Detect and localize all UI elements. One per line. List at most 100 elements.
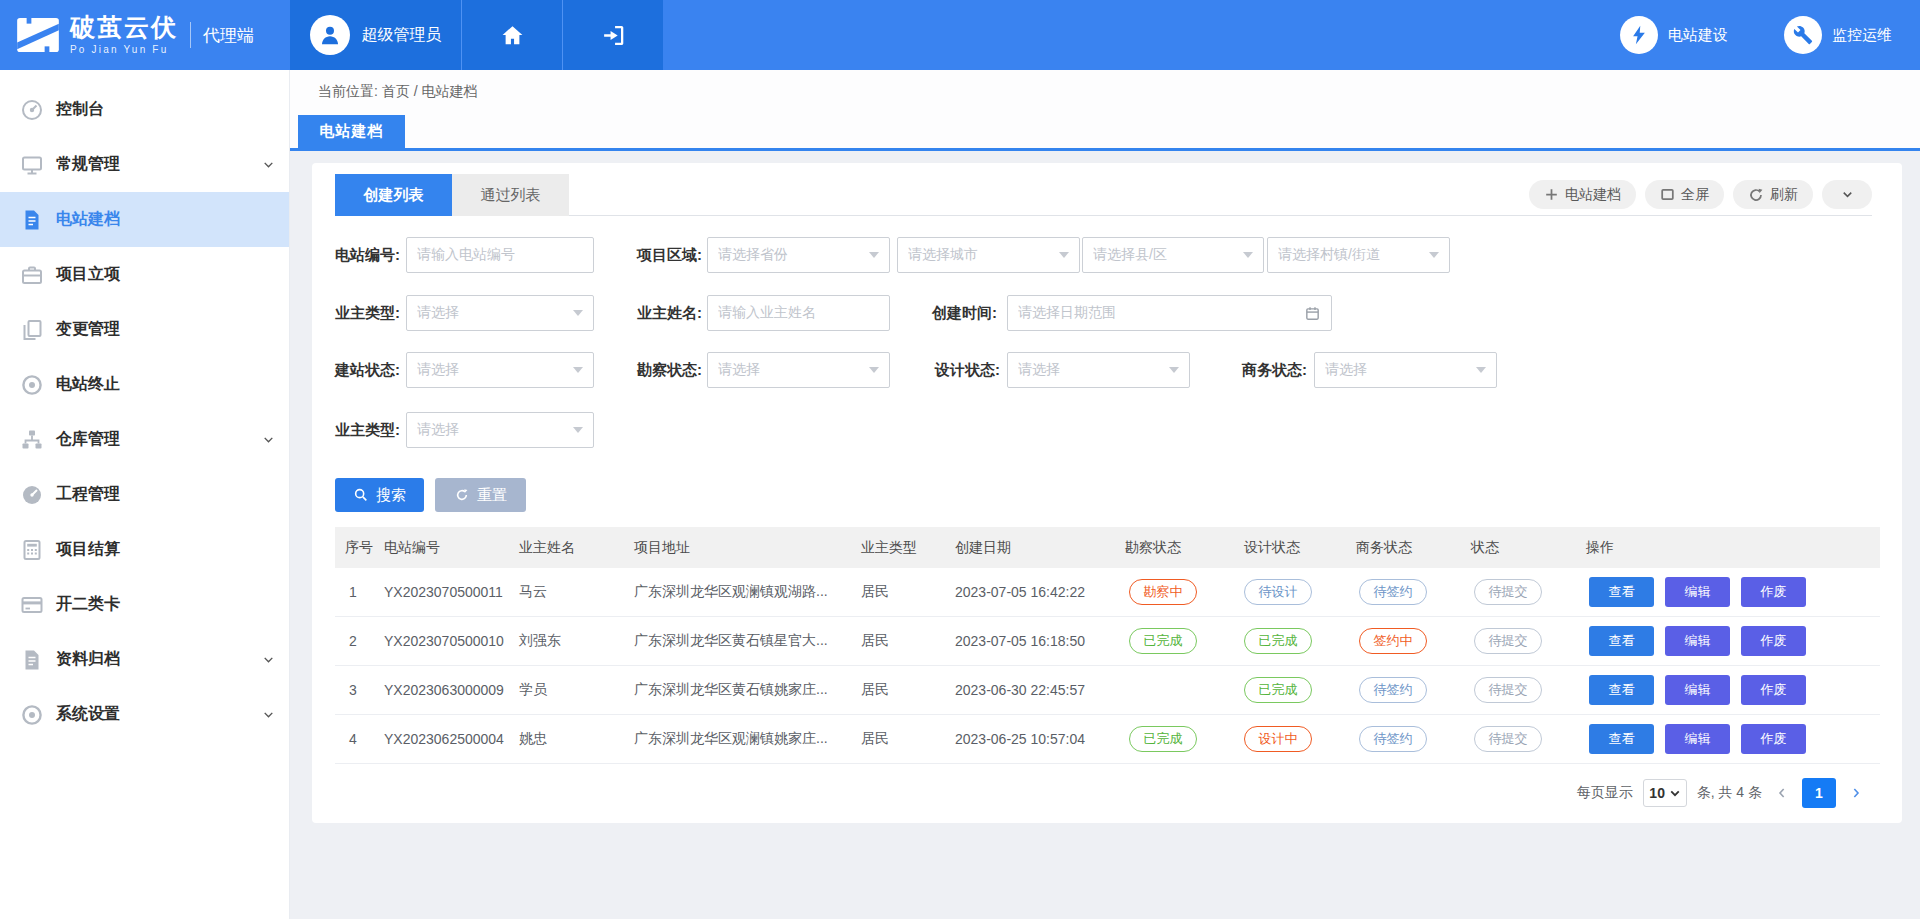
brand: 破茧云伏 Po Jian Yun Fu 代理端: [0, 0, 290, 70]
design-status-select[interactable]: 请选择: [1007, 352, 1190, 388]
dashboard-icon: [20, 98, 44, 122]
reset-button[interactable]: 重置: [435, 478, 526, 512]
edit-button[interactable]: 编辑: [1665, 724, 1730, 754]
monitor-icon: [20, 153, 44, 177]
table-row: 4 YX2023062500004 姚忠 广东深圳龙华区观澜镇姚家庄... 居民…: [335, 715, 1880, 764]
page-tab-station-archive[interactable]: 电站建档: [298, 115, 405, 148]
page-number[interactable]: 1: [1802, 778, 1836, 808]
pagination: 每页显示 10 条, 共 4 条 1: [335, 764, 1880, 822]
sidebar-item-data-archive[interactable]: 资料归档: [0, 632, 289, 687]
edit-button[interactable]: 编辑: [1665, 577, 1730, 607]
main-area: 当前位置: 首页 / 电站建档 电站建档 创建列表 通过列表 电站建档 全屏 刷…: [290, 70, 1920, 919]
status-badge: 签约中: [1359, 628, 1427, 654]
design-status-label: 设计状态:: [935, 352, 1000, 388]
sidebar-item-console[interactable]: 控制台: [0, 82, 289, 137]
table-row: 2 YX2023070500010 刘强东 广东深圳龙华区黄石镇星官大... 居…: [335, 617, 1880, 666]
void-button[interactable]: 作废: [1741, 626, 1806, 656]
date-range-input[interactable]: 请选择日期范围: [1007, 295, 1332, 331]
survey-status-select[interactable]: 请选择: [707, 352, 890, 388]
nav-monitor-ops[interactable]: 监控运维: [1784, 0, 1892, 70]
logout-icon: [601, 23, 626, 48]
chevron-left-icon: [1774, 785, 1790, 801]
build-status-select[interactable]: 请选择: [406, 352, 594, 388]
sidebar-item-engineering-mgmt[interactable]: 工程管理: [0, 467, 289, 522]
fullscreen-icon: [1660, 187, 1675, 202]
void-button[interactable]: 作废: [1741, 675, 1806, 705]
per-page-label: 每页显示: [1577, 784, 1633, 802]
table-row: 3 YX2023063000009 学员 广东深圳龙华区黄石镇姚家庄... 居民…: [335, 666, 1880, 715]
plus-icon: [1544, 187, 1559, 202]
status-badge: 已完成: [1129, 628, 1197, 654]
chevron-down-icon: [1840, 187, 1855, 202]
county-select[interactable]: 请选择县/区: [1082, 237, 1264, 273]
col-owner: 业主姓名: [519, 527, 575, 568]
sidebar-item-station-archive[interactable]: 电站建档: [0, 192, 289, 247]
status-badge: 待签约: [1359, 579, 1427, 605]
sidebar-item-general-mgmt[interactable]: 常规管理: [0, 137, 289, 192]
edit-button[interactable]: 编辑: [1665, 626, 1730, 656]
search-icon: [353, 487, 369, 503]
sidebar: 控制台 常规管理 电站建档 项目立项 变更管理 电站终止: [0, 70, 290, 919]
view-button[interactable]: 查看: [1589, 724, 1654, 754]
sidebar-item-system-settings[interactable]: 系统设置: [0, 687, 289, 742]
per-page-select[interactable]: 10: [1643, 779, 1687, 807]
calculator-icon: [20, 538, 44, 562]
nav-monitor-ops-label: 监控运维: [1832, 26, 1892, 45]
edit-button[interactable]: 编辑: [1665, 675, 1730, 705]
view-button[interactable]: 查看: [1589, 626, 1654, 656]
collapse-button[interactable]: [1822, 180, 1872, 209]
prev-page-button[interactable]: [1772, 783, 1792, 803]
caret-down-icon: [1243, 252, 1253, 258]
sidebar-item-station-termination[interactable]: 电站终止: [0, 357, 289, 412]
owner-name-input[interactable]: 请输入业主姓名: [707, 295, 890, 331]
search-button[interactable]: 搜索: [335, 478, 424, 512]
business-status-select[interactable]: 请选择: [1314, 352, 1497, 388]
survey-status-label: 勘察状态:: [637, 352, 702, 388]
sidebar-item-warehouse-mgmt[interactable]: 仓库管理: [0, 412, 289, 467]
user-menu[interactable]: 超级管理员: [290, 0, 461, 70]
owner-type2-label: 业主类型:: [335, 412, 400, 448]
status-badge: 待签约: [1359, 677, 1427, 703]
view-button[interactable]: 查看: [1589, 577, 1654, 607]
caret-down-icon: [1476, 367, 1486, 373]
void-button[interactable]: 作废: [1741, 724, 1806, 754]
chevron-down-icon: [262, 158, 275, 171]
view-button[interactable]: 查看: [1589, 675, 1654, 705]
tab-create-list[interactable]: 创建列表: [335, 174, 452, 216]
create-time-label: 创建时间:: [932, 295, 997, 331]
sidebar-item-type2-card[interactable]: 开二类卡: [0, 577, 289, 632]
header-spacer: [663, 0, 1620, 70]
sidebar-item-project-settlement[interactable]: 项目结算: [0, 522, 289, 577]
village-select[interactable]: 请选择村镇/街道: [1267, 237, 1450, 273]
sidebar-item-project-initiation[interactable]: 项目立项: [0, 247, 289, 302]
lightning-icon: [1620, 16, 1658, 54]
brand-title: 破茧云伏: [70, 15, 178, 40]
calendar-icon: [1304, 305, 1321, 322]
next-page-button[interactable]: [1846, 783, 1866, 803]
add-station-button[interactable]: 电站建档: [1529, 180, 1636, 209]
void-button[interactable]: 作废: [1741, 577, 1806, 607]
settings-icon: [20, 703, 44, 727]
province-select[interactable]: 请选择省份: [707, 237, 890, 273]
caret-down-icon: [1670, 790, 1680, 797]
breadcrumb: 当前位置: 首页 / 电站建档: [318, 83, 477, 101]
total-label: 条, 共 4 条: [1697, 784, 1762, 802]
refresh-button[interactable]: 刷新: [1733, 180, 1813, 209]
nav-station-build-label: 电站建设: [1668, 26, 1728, 45]
card-icon: [20, 593, 44, 617]
status-badge: 勘察中: [1129, 579, 1197, 605]
home-button[interactable]: [461, 0, 562, 70]
home-icon: [500, 23, 525, 48]
chevron-down-icon: [262, 708, 275, 721]
owner-type2-select[interactable]: 请选择: [406, 412, 594, 448]
station-no-input[interactable]: 请输入电站编号: [406, 237, 594, 273]
owner-type-select[interactable]: 请选择: [406, 295, 594, 331]
nav-station-build[interactable]: 电站建设: [1620, 0, 1728, 70]
fullscreen-button[interactable]: 全屏: [1645, 180, 1724, 209]
chevron-right-icon: [1848, 785, 1864, 801]
sidebar-item-change-mgmt[interactable]: 变更管理: [0, 302, 289, 357]
business-status-label: 商务状态:: [1242, 352, 1307, 388]
city-select[interactable]: 请选择城市: [897, 237, 1080, 273]
logout-button[interactable]: [562, 0, 663, 70]
tab-passed-list[interactable]: 通过列表: [452, 174, 569, 216]
